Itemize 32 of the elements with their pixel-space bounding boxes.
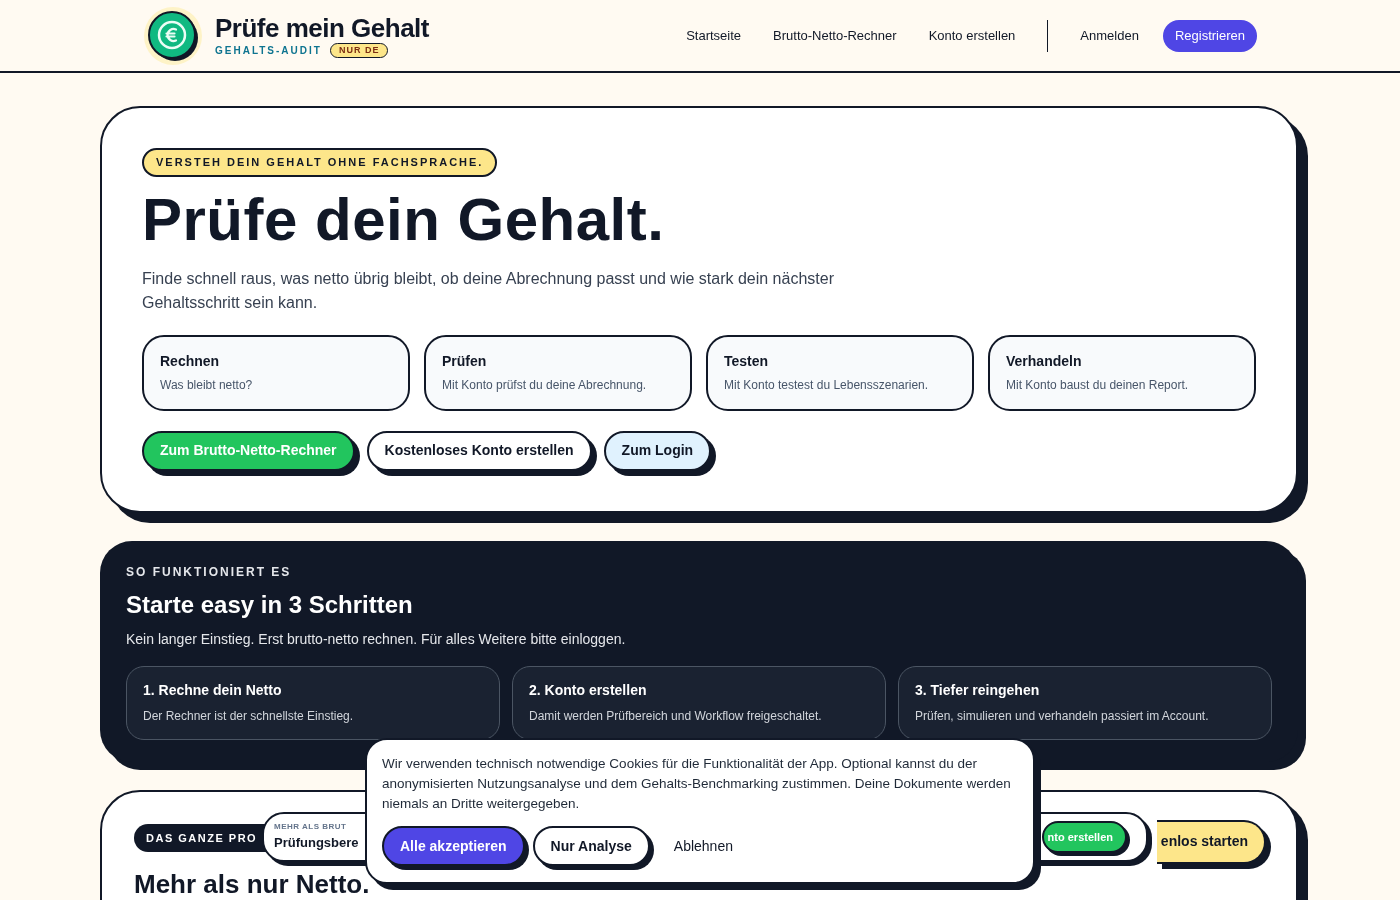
feature-text: Was bleibt netto? [160,377,254,394]
region-badge: NUR DE [329,43,389,58]
feature-text: Mit Konto baust du deinen Report. [1006,377,1190,394]
step-text: Der Rechner ist der schnellste Einstieg. [143,708,355,725]
tagline-badge: VERSTEH DEIN GEHALT OHNE FACHSPRACHE. [142,148,498,177]
hero-heading: Prüfe dein Gehalt. [142,184,666,255]
site-subtitle: GEHALTS-AUDIT [215,44,322,58]
nav-link[interactable]: Konto erstellen [912,25,1032,46]
hero-description: Finde schnell raus, was netto übrig bleibt, ob deine Abrechnung passt und wie stark dein nächster Gehaltsschritt sein kann. [142,268,835,313]
cookie-button[interactable]: Ablehnen [657,826,749,866]
feature-title: Verhandeln [1006,352,1083,371]
euro-coin-logo-icon [143,5,203,66]
login-link[interactable]: Anmelden [1064,25,1155,46]
step-title: 2. Konto erstellen [529,681,648,700]
section-heading: Mehr als nur Netto. [134,869,371,898]
feature-title: Prüfen [442,352,488,371]
feature-text: Mit Konto testest du Lebensszenarien. [724,377,930,394]
step-title: 3. Tiefer reingehen [915,681,1041,700]
step-title: 1. Rechne dein Netto [143,681,283,700]
steps-heading: Starte easy in 3 Schritten [126,589,414,620]
register-button[interactable]: Registrieren [1162,19,1257,52]
step-text: Prüfen, simulieren und verhandeln passiert im Account. [915,708,1210,725]
feature-title: Testen [724,352,770,371]
site-title: Prüfe mein Gehalt [215,13,429,43]
step-text: Damit werden Prüfbereich und Workflow freigeschaltet. [529,708,823,725]
feature-title: Rechnen [160,352,221,371]
steps-description: Kein langer Einstieg. Erst brutto-netto rechnen. Für alles Weitere bitte einloggen. [126,629,627,649]
feature-text: Mit Konto prüfst du deine Abrechnung. [442,377,648,394]
cookie-text: Wir verwenden technisch notwendige Cookies für die Funktionalität der App. Optional kannst du der anonymisierten Nutzungsanalyse und dem Gehalts-Benchmarking zustimmen. Deine Dokumente werden niemals an Dritte weitergegeben. [382,755,1012,813]
steps-eyebrow: SO FUNKTIONIERT ES [126,563,293,581]
nav-link[interactable]: Startseite [670,25,758,46]
nav-link[interactable]: Brutto-Netto-Rechner [757,25,913,46]
